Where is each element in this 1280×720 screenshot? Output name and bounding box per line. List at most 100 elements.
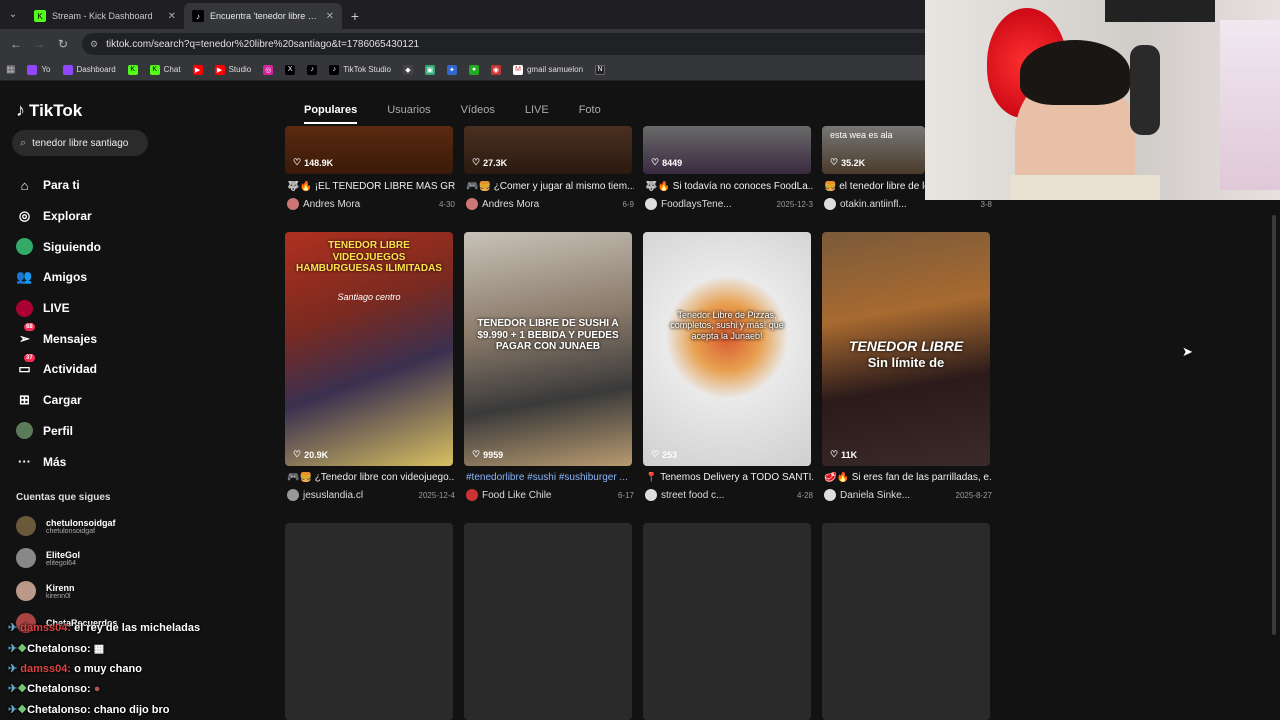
bookmark-youtube[interactable]: ▶ [192, 64, 203, 75]
browser-tab-tiktok[interactable]: ♪ Encuentra 'tenedor libre santiago' ✕ [184, 3, 342, 29]
video-caption[interactable]: 🥩🔥 Si eres fan de las parrilladas, e... [824, 472, 992, 483]
bookmark-x[interactable]: X [285, 64, 296, 75]
sidebar-menu: ⌂ Para ti ◎ Explorar Siguiendo 👥 Amigos LIV… [16, 170, 226, 477]
video-caption[interactable]: 📍 Tenemos Delivery a TODO SANTI... [645, 472, 813, 483]
sidebar-item-explorar[interactable]: ◎ Explorar [16, 201, 226, 232]
bookmark-chat[interactable]: K Chat [149, 64, 181, 75]
author-name: FoodlaysTene... [661, 198, 732, 210]
sidebar-item-live[interactable]: LIVE [16, 293, 226, 324]
tiktok-logo[interactable]: ♪ TikTok [16, 100, 82, 121]
video-thumbnail[interactable]: esta wea es ala ♡ 35.2K [822, 126, 925, 174]
sidebar-item-para-ti[interactable]: ⌂ Para ti [16, 170, 226, 201]
video-caption[interactable]: 🎮🍔 ¿Tenedor libre con videojuego... [287, 472, 455, 483]
search-input[interactable]: ⌕ tenedor libre santiago [12, 130, 148, 156]
tab-videos[interactable]: Vídeos [461, 104, 495, 124]
bookmark-label: Chat [163, 65, 181, 74]
followed-account[interactable]: Kirenn kirenn0l [16, 581, 75, 601]
tiktok-icon: ♪ [329, 64, 340, 75]
video-author[interactable]: Andres Mora 6-9 [466, 198, 634, 210]
sidebar-item-label: Explorar [43, 209, 92, 224]
sidebar-item-label: Más [43, 454, 67, 469]
mouse-cursor-icon: ➤ [1182, 344, 1193, 359]
bookmark-dashboard[interactable]: Dashboard [62, 64, 116, 75]
reload-icon[interactable]: ↻ [51, 37, 75, 51]
like-count-text: 20.9K [304, 449, 329, 460]
sidebar-item-cargar[interactable]: ⊞ Cargar [16, 385, 226, 416]
video-author[interactable]: Food Like Chile 6-17 [466, 489, 634, 501]
video-thumbnail[interactable]: TENEDOR LIBRE DE SUSHI A $9.990 + 1 BEBI… [464, 232, 632, 466]
tab-search-icon[interactable]: ⌄ [0, 0, 26, 29]
sidebar-item-siguiendo[interactable]: Siguiendo [16, 231, 226, 262]
video-caption[interactable]: 🍔 el tenedor libre de lo [824, 181, 925, 192]
sidebar-item-perfil[interactable]: Perfil [16, 416, 226, 447]
new-tab-button[interactable]: + [342, 3, 368, 29]
bookmark-instagram[interactable]: ◎ [263, 64, 274, 75]
bookmark-yo[interactable]: Yo [27, 64, 51, 75]
bookmark-label: gmail samuelon [526, 65, 584, 74]
like-count: ♡ 253 [651, 449, 677, 460]
sidebar-item-mas[interactable]: ··· Más [16, 446, 226, 477]
followed-account[interactable]: chetulonsoidgaf chetulonsoidgaf [16, 516, 116, 536]
video-author[interactable]: FoodlaysTene... 2025-12-3 [645, 198, 813, 210]
pin-icon: ✈ [8, 704, 18, 716]
followed-account[interactable]: EliteGol elitegol64 [16, 548, 80, 568]
bookmark-studio[interactable]: ▶ Studio [214, 64, 251, 75]
bookmark-ext6[interactable]: N [595, 64, 606, 75]
video-thumbnail[interactable]: Tenedor Libre de Pizzas, completos, sush… [643, 232, 811, 466]
forward-icon[interactable]: → [27, 37, 51, 51]
video-caption[interactable]: #tenedorlibre #sushi #sushiburger ... [466, 472, 634, 483]
search-tabs: Populares Usuarios Vídeos LIVE Foto [304, 104, 631, 124]
tab-foto[interactable]: Foto [579, 104, 601, 124]
streamer-shirt [1010, 175, 1160, 200]
bookmark-tiktok[interactable]: ♪ [307, 64, 318, 75]
like-count-text: 9959 [483, 449, 504, 460]
bookmark-ext4[interactable]: ● [468, 64, 479, 75]
chat-message: ✈❖Chetalonso: chano dijo bro [8, 703, 170, 716]
tab-populares[interactable]: Populares [304, 104, 358, 124]
video-overlay-text: Santiago centro [337, 292, 401, 302]
video-thumbnail[interactable]: ♡ 8449 [643, 126, 811, 174]
avatar [16, 516, 36, 536]
back-icon[interactable]: ← [4, 37, 28, 51]
video-thumbnail[interactable]: ♡ 148.9K [285, 126, 453, 174]
video-author[interactable]: Andres Mora 4-30 [287, 198, 455, 210]
video-thumbnail[interactable]: ♡ 27.3K [464, 126, 632, 174]
video-caption[interactable]: 🐺🔥 Si todavía no conoces FoodLa... [645, 181, 813, 192]
close-tab-icon[interactable]: ✕ [168, 11, 176, 22]
tab-live[interactable]: LIVE [525, 104, 549, 124]
tiktok-icon: ♪ [16, 100, 25, 120]
bookmark-ext5[interactable]: ◉ [490, 64, 501, 75]
page-scrollbar[interactable] [1272, 215, 1276, 635]
sidebar-item-mensajes[interactable]: ➢ 68 Mensajes [16, 323, 226, 354]
loading-placeholder [643, 523, 811, 720]
bookmark-gmail[interactable]: Mgmail samuelon [512, 64, 584, 75]
video-author[interactable]: Daniela Sinke... 2025-8-27 [824, 489, 992, 501]
site-info-icon[interactable]: ⚙ [90, 39, 98, 50]
bookmark-ext1[interactable]: ◆ [402, 64, 413, 75]
bookmark-tiktok-studio[interactable]: ♪ TikTok Studio [329, 64, 391, 75]
account-handle: kirenn0l [46, 592, 71, 600]
bookmark-ext2[interactable]: ▣ [424, 64, 435, 75]
circle-icon: ◉ [490, 64, 501, 75]
chat-username: Chetalonso: [27, 683, 91, 695]
apps-icon[interactable]: ▦ [6, 64, 15, 75]
tab-title: Encuentra 'tenedor libre santiago' [210, 11, 320, 21]
video-thumbnail[interactable]: TENEDOR LIBRE VIDEOJUEGOS HAMBURGUESAS I… [285, 232, 453, 466]
video-author[interactable]: jesuslandia.cl 2025-12-4 [287, 489, 455, 501]
bookmark-kick[interactable]: K [127, 64, 138, 75]
video-author[interactable]: street food c... 4-28 [645, 489, 813, 501]
close-tab-icon[interactable]: ✕ [326, 11, 334, 22]
browser-tab-kick[interactable]: K Stream - Kick Dashboard ✕ [26, 3, 184, 29]
chat-message: ✈ damss04: o muy chano [8, 662, 142, 675]
upload-icon: ⊞ [19, 392, 30, 408]
video-thumbnail[interactable]: TENEDOR LIBRE Sin límite de ♡ 11K [822, 232, 990, 466]
video-caption[interactable]: 🎮🍔 ¿Comer y jugar al mismo tiem... [466, 181, 634, 192]
sidebar-item-actividad[interactable]: ▭ 37 Actividad [16, 354, 226, 385]
bookmark-ext3[interactable]: ✦ [446, 64, 457, 75]
video-overlay-text: TENEDOR LIBRE DE SUSHI A $9.990 + 1 BEBI… [477, 318, 619, 352]
caption-text: #tenedorlibre #sushi #sushiburger ... [466, 472, 628, 483]
sidebar-item-amigos[interactable]: 👥 Amigos [16, 262, 226, 293]
logo-text: TikTok [29, 100, 83, 120]
video-caption[interactable]: 🐺🔥 ¡EL TENEDOR LIBRE MÁS GRA... [287, 181, 455, 192]
tab-usuarios[interactable]: Usuarios [387, 104, 430, 124]
